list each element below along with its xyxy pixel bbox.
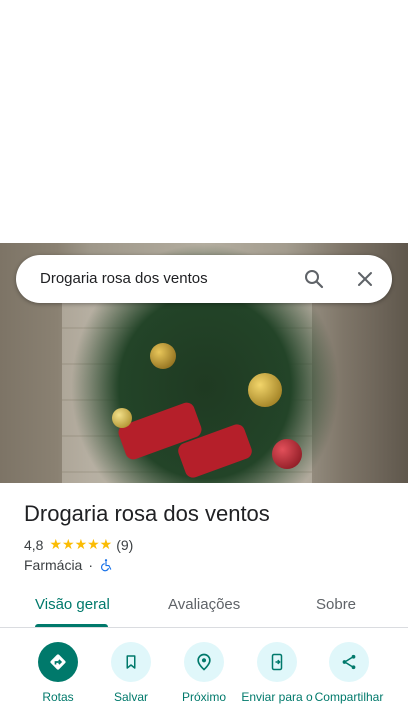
send-to-phone-button[interactable]: Enviar para o bbox=[237, 642, 317, 704]
save-button[interactable]: Salvar bbox=[91, 642, 171, 704]
nearby-icon bbox=[184, 642, 224, 682]
search-bar[interactable]: Drogaria rosa dos ventos bbox=[16, 255, 392, 303]
wheelchair-icon bbox=[99, 558, 113, 572]
place-title: Drogaria rosa dos ventos bbox=[24, 501, 270, 526]
directions-button[interactable]: Rotas bbox=[18, 642, 98, 704]
share-button[interactable]: Compartilhar bbox=[309, 642, 389, 704]
close-icon[interactable] bbox=[353, 267, 377, 291]
rating-row[interactable]: 4,8 ★★★★★ (9) bbox=[24, 536, 133, 553]
bookmark-icon bbox=[111, 642, 151, 682]
directions-label: Rotas bbox=[42, 690, 74, 704]
category-separator: · bbox=[88, 557, 94, 573]
share-label: Compartilhar bbox=[314, 690, 384, 704]
tab-indicator bbox=[35, 624, 108, 627]
blank-area bbox=[0, 0, 408, 243]
photo-ornament bbox=[150, 343, 176, 369]
tab-overview[interactable]: Visão geral bbox=[35, 596, 110, 613]
tab-bar: Visão geral Avaliações Sobre bbox=[0, 585, 408, 628]
star-rating-icon: ★★★★★ bbox=[49, 536, 113, 552]
nearby-label: Próximo bbox=[181, 690, 226, 704]
save-label: Salvar bbox=[113, 690, 148, 704]
review-count[interactable]: (9) bbox=[116, 537, 133, 553]
nearby-button[interactable]: Próximo bbox=[164, 642, 244, 704]
category-row: Farmácia · bbox=[24, 557, 113, 573]
tab-about[interactable]: Sobre bbox=[316, 596, 356, 613]
tab-reviews[interactable]: Avaliações bbox=[168, 596, 240, 613]
search-query[interactable]: Drogaria rosa dos ventos bbox=[40, 270, 208, 287]
place-category: Farmácia bbox=[24, 557, 83, 573]
action-bar: Rotas Salvar Próximo Enviar para o Compa… bbox=[0, 640, 408, 726]
rating-value: 4,8 bbox=[24, 536, 44, 553]
search-icon[interactable] bbox=[302, 267, 326, 291]
share-icon bbox=[329, 642, 369, 682]
photo-ornament bbox=[248, 373, 282, 407]
send-to-phone-icon bbox=[257, 642, 297, 682]
directions-icon bbox=[38, 642, 78, 682]
send-to-phone-label: Enviar para o bbox=[241, 690, 313, 704]
photo-ornament bbox=[272, 439, 302, 469]
photo-ornament bbox=[112, 408, 132, 428]
